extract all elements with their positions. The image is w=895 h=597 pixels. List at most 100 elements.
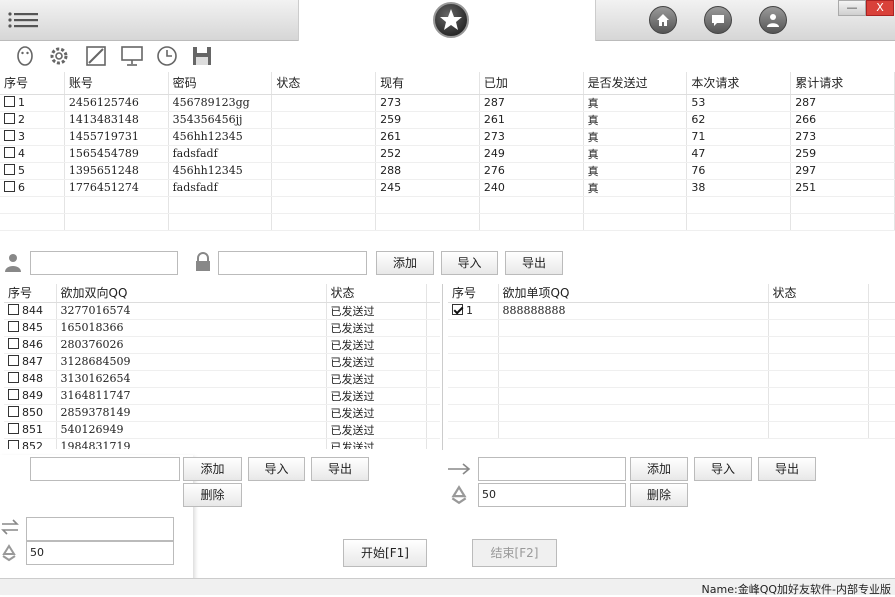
col-header[interactable]: 密码 <box>168 72 273 95</box>
import-accounts-button[interactable]: 导入 <box>441 251 498 275</box>
uni-export-button[interactable]: 导出 <box>758 457 816 481</box>
list-item[interactable]: 1 888888888 <box>448 302 895 320</box>
arrow-right-icon <box>448 463 471 475</box>
col-header[interactable]: 本次请求 <box>686 72 792 95</box>
list-item[interactable]: 849 3164811747 已发送过 <box>4 387 440 405</box>
cell-sent: 真 <box>583 162 688 180</box>
col-header[interactable]: 状态 <box>271 72 377 95</box>
cell-status <box>271 111 377 129</box>
list-item[interactable]: 848 3130162654 已发送过 <box>4 370 440 388</box>
uni-delete-button[interactable]: 删除 <box>630 483 688 507</box>
cell-sent: 真 <box>583 94 688 112</box>
col-header[interactable]: 序号 <box>4 284 57 303</box>
row-number-text: 851 <box>22 423 43 436</box>
uni-add-button[interactable]: 添加 <box>630 457 688 481</box>
row-checkbox[interactable] <box>8 372 19 383</box>
bi-extra-input[interactable] <box>26 517 174 541</box>
bi-qq-input[interactable] <box>30 457 180 481</box>
list-item[interactable]: 851 540126949 已发送过 <box>4 421 440 439</box>
table-row[interactable]: 4 1565454789 fadsfadf 252 249 真 47 259 <box>0 145 895 163</box>
cell-status: 已发送过 <box>326 319 427 337</box>
monitor-icon[interactable] <box>120 44 144 68</box>
cell-current: 259 <box>375 111 480 129</box>
empty-row <box>448 421 895 439</box>
row-checkbox[interactable] <box>8 304 19 315</box>
home-icon[interactable] <box>649 6 677 34</box>
col-header[interactable]: 现有 <box>375 72 480 95</box>
cell-qq: 1984831719 <box>56 438 327 449</box>
row-checkbox[interactable] <box>452 304 463 315</box>
empty-row <box>448 353 895 371</box>
list-item[interactable]: 852 1984831719 已发送过 <box>4 438 440 449</box>
bi-export-button[interactable]: 导出 <box>311 457 369 481</box>
cell-status <box>271 128 377 146</box>
table-row[interactable]: 1 2456125746 456789123gg 273 287 真 53 287 <box>0 94 895 112</box>
col-header[interactable]: 序号 <box>0 72 65 95</box>
stop-button[interactable]: 结束[F2] <box>472 539 557 567</box>
table-row[interactable]: 5 1395651248 456hh12345 288 276 真 76 297 <box>0 162 895 180</box>
cell-account: 1413483148 <box>64 111 169 129</box>
close-button[interactable]: X <box>866 0 894 16</box>
uni-import-button[interactable]: 导入 <box>694 457 752 481</box>
bi-import-button[interactable]: 导入 <box>248 457 305 481</box>
empty-row <box>448 404 895 422</box>
message-icon[interactable] <box>704 6 732 34</box>
table-row[interactable]: 6 1776451274 fadsfadf 245 240 真 38 251 <box>0 179 895 197</box>
col-header[interactable]: 序号 <box>448 284 499 303</box>
row-checkbox[interactable] <box>8 389 19 400</box>
lock-icon <box>196 252 210 271</box>
col-header[interactable]: 状态 <box>768 284 869 303</box>
col-header[interactable]: 欲加双向QQ <box>56 284 327 303</box>
table-row[interactable]: 3 1455719731 456hh12345 261 273 真 71 273 <box>0 128 895 146</box>
cell-account: 1395651248 <box>64 162 169 180</box>
row-number: 5 <box>0 162 65 180</box>
clock-icon[interactable] <box>155 44 179 68</box>
col-header[interactable]: 账号 <box>64 72 169 95</box>
empty-row <box>448 387 895 405</box>
user-icon[interactable] <box>759 6 787 34</box>
account-input[interactable] <box>30 251 178 275</box>
cell-qq: 3277016574 <box>56 302 327 320</box>
col-header[interactable]: 累计请求 <box>790 72 895 95</box>
row-checkbox[interactable] <box>8 338 19 349</box>
row-checkbox[interactable] <box>8 406 19 417</box>
add-account-button[interactable]: 添加 <box>376 251 434 275</box>
save-icon[interactable] <box>190 44 214 68</box>
cell-status <box>768 302 869 320</box>
row-checkbox[interactable] <box>8 440 19 449</box>
uni-count-input[interactable]: 50 <box>478 483 626 507</box>
row-checkbox[interactable] <box>4 130 15 141</box>
minimize-button[interactable]: — <box>838 0 866 16</box>
row-checkbox[interactable] <box>4 113 15 124</box>
row-checkbox[interactable] <box>4 181 15 192</box>
table-row[interactable]: 2 1413483148 354356456jj 259 261 真 62 266 <box>0 111 895 129</box>
row-checkbox[interactable] <box>8 423 19 434</box>
list-item[interactable]: 847 3128684509 已发送过 <box>4 353 440 371</box>
start-button[interactable]: 开始[F1] <box>343 539 427 567</box>
col-header[interactable]: 欲加单项QQ <box>498 284 769 303</box>
list-item[interactable]: 844 3277016574 已发送过 <box>4 302 440 320</box>
cell-qq: 2859378149 <box>56 404 327 422</box>
cell-status <box>271 145 377 163</box>
export-accounts-button[interactable]: 导出 <box>505 251 563 275</box>
col-header[interactable]: 已加 <box>479 72 584 95</box>
row-checkbox[interactable] <box>4 147 15 158</box>
edit-icon[interactable] <box>84 44 108 68</box>
list-item[interactable]: 850 2859378149 已发送过 <box>4 404 440 422</box>
settings-gear-icon[interactable] <box>47 44 71 68</box>
qq-penguin-icon[interactable] <box>13 44 37 68</box>
bi-delete-button[interactable]: 删除 <box>183 483 242 507</box>
menu-icon[interactable] <box>8 12 38 28</box>
list-item[interactable]: 845 165018366 已发送过 <box>4 319 440 337</box>
password-input[interactable] <box>218 251 367 275</box>
col-header[interactable]: 是否发送过 <box>583 72 688 95</box>
bi-count-input[interactable]: 50 <box>26 541 174 565</box>
uni-qq-input[interactable] <box>478 457 626 481</box>
row-checkbox[interactable] <box>8 321 19 332</box>
col-header[interactable]: 状态 <box>326 284 427 303</box>
row-checkbox[interactable] <box>8 355 19 366</box>
list-item[interactable]: 846 280376026 已发送过 <box>4 336 440 354</box>
row-checkbox[interactable] <box>4 96 15 107</box>
row-checkbox[interactable] <box>4 164 15 175</box>
bi-add-button[interactable]: 添加 <box>183 457 242 481</box>
